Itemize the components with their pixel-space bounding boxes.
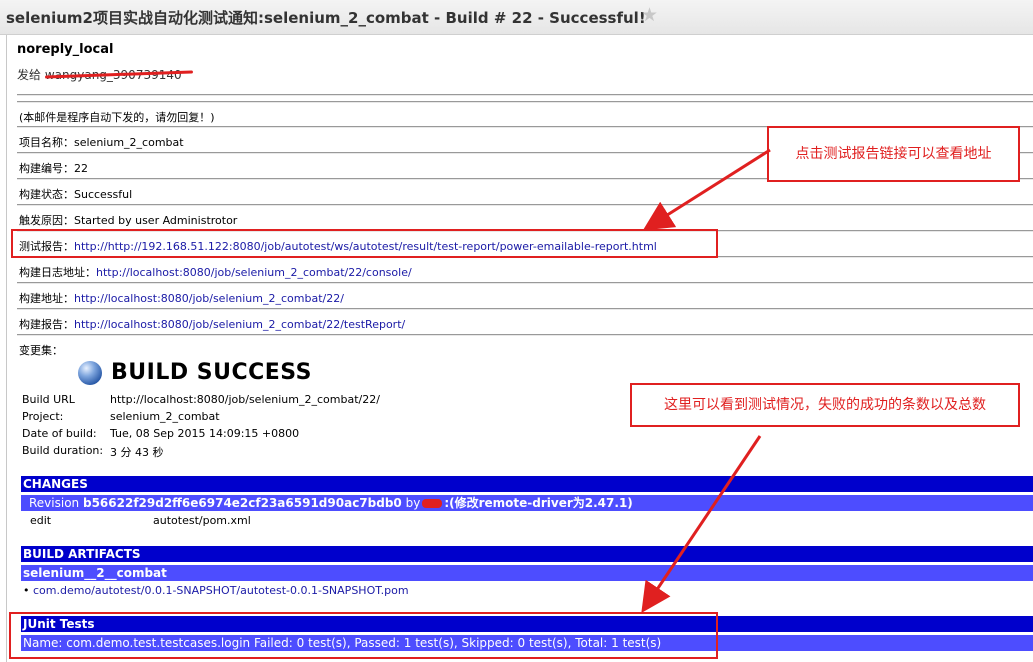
field-label: 构建状态： (19, 188, 74, 201)
field-value: Successful (74, 188, 133, 201)
artifact-link[interactable]: com.demo/autotest/0.0.1-SNAPSHOT/autotes… (33, 584, 409, 597)
annotation-note-report: 点击测试报告链接可以查看地址 (767, 126, 1020, 182)
redaction-mark (422, 499, 443, 508)
star-icon[interactable]: ★ (641, 4, 658, 26)
recipient-line: 发给 wangyang_390739140 (17, 66, 194, 83)
divider (17, 101, 1033, 103)
divider (17, 308, 1033, 310)
sender-name: noreply_local (17, 42, 114, 57)
window-title-bar: selenium2项目实战自动化测试通知:selenium_2_combat -… (0, 0, 1033, 35)
revision-by: by (405, 496, 421, 510)
field-build-status: 构建状态：Successful (19, 186, 132, 202)
field-label: 触发原因： (19, 214, 74, 227)
success-ball-icon (78, 361, 102, 385)
project-value: selenium_2_combat (110, 410, 220, 423)
build-url-link[interactable]: http://localhost:8080/job/selenium_2_com… (74, 292, 344, 305)
info-label: Build URL (22, 393, 75, 406)
duration-value: 3 分 43 秒 (110, 446, 164, 459)
date-value: Tue, 08 Sep 2015 14:09:15 +0800 (110, 427, 300, 440)
revision-message: :(修改remote-driver为2.47.1) (444, 496, 633, 510)
info-label: Project: (22, 410, 64, 423)
artifact-item: • com.demo/autotest/0.0.1-SNAPSHOT/autot… (23, 584, 409, 597)
build-url-value[interactable]: http://localhost:8080/job/selenium_2_com… (110, 393, 380, 406)
info-label: Build duration: (22, 444, 104, 457)
changes-header: CHANGES (21, 476, 1033, 492)
build-log-link[interactable]: http://localhost:8080/job/selenium_2_com… (96, 266, 412, 279)
build-report-link[interactable]: http://localhost:8080/job/selenium_2_com… (74, 318, 405, 331)
changeset-label: 变更集： (19, 344, 63, 357)
edit-action: edit (30, 514, 52, 527)
field-build-report: 构建报告：http://localhost:8080/job/selenium_… (19, 316, 405, 332)
recipient-prefix: 发给 (17, 68, 42, 82)
field-label: 构建编号： (19, 162, 74, 175)
edit-path: autotest/pom.xml (153, 514, 251, 527)
field-build-number: 构建编号：22 (19, 160, 88, 176)
field-label: 项目名称： (19, 136, 74, 149)
field-value: Started by user Administrotor (74, 214, 238, 227)
field-build-url: 构建地址：http://localhost:8080/job/selenium_… (19, 290, 344, 306)
field-label: 构建报告： (19, 318, 74, 331)
annotation-note-tests: 这里可以看到测试情况，失败的成功的条数以及总数 (630, 383, 1020, 427)
artifacts-project: selenium__2__combat (21, 565, 1033, 581)
auto-notice: (本邮件是程序自动下发的，请勿回复！) (19, 111, 215, 124)
divider (17, 334, 1033, 336)
field-value: 22 (74, 162, 88, 175)
artifacts-header: BUILD ARTIFACTS (21, 546, 1033, 562)
field-label: 构建日志地址： (19, 266, 96, 279)
bullet-icon: • (23, 584, 30, 597)
divider (17, 204, 1033, 206)
divider (17, 94, 1033, 96)
field-trigger-cause: 触发原因：Started by user Administrotor (19, 212, 237, 228)
build-success-heading: BUILD SUCCESS (111, 360, 312, 385)
revision-row: Revision b56622f29d2ff6e6974e2cf23a6591d… (21, 495, 1033, 511)
window-title: selenium2项目实战自动化测试通知:selenium_2_combat -… (6, 9, 646, 27)
highlight-junit (9, 612, 718, 659)
revision-prefix: Revision (29, 496, 80, 510)
field-value: selenium_2_combat (74, 136, 184, 149)
field-label: 构建地址： (19, 292, 74, 305)
field-project-name: 项目名称：selenium_2_combat (19, 134, 184, 150)
info-label: Date of build: (22, 427, 97, 440)
revision-hash: b56622f29d2ff6e6974e2cf23a6591d90ac7bdb0 (82, 496, 402, 510)
highlight-test-report (11, 229, 718, 258)
field-build-log: 构建日志地址：http://localhost:8080/job/seleniu… (19, 264, 412, 280)
divider (17, 282, 1033, 284)
